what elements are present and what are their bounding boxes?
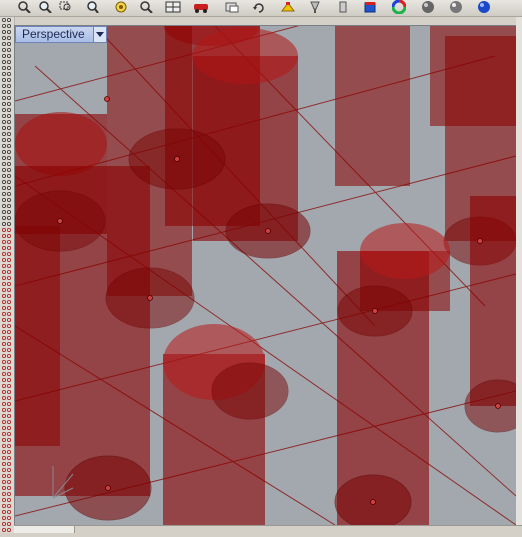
layer-icon[interactable] bbox=[333, 0, 353, 14]
side-command-strip bbox=[0, 17, 15, 533]
rendered-sphere-icon[interactable] bbox=[446, 0, 466, 14]
rotate-view-icon[interactable] bbox=[249, 0, 269, 14]
zoom-target-icon[interactable] bbox=[136, 0, 156, 14]
cylinder[interactable] bbox=[464, 196, 516, 433]
zoom-extents-icon[interactable] bbox=[82, 0, 102, 14]
car-icon[interactable] bbox=[191, 0, 211, 14]
cylinder[interactable] bbox=[163, 324, 265, 525]
ghosted-sphere-icon[interactable] bbox=[474, 0, 494, 14]
lamp-icon[interactable] bbox=[305, 0, 325, 14]
render-icon[interactable] bbox=[360, 0, 380, 14]
viewport-tab[interactable] bbox=[14, 526, 75, 533]
pan-icon[interactable] bbox=[14, 0, 34, 14]
cylinder[interactable] bbox=[334, 223, 450, 525]
four-viewports-icon[interactable] bbox=[163, 0, 183, 14]
viewport-title[interactable]: Perspective bbox=[16, 27, 93, 42]
chevron-down-icon[interactable] bbox=[93, 27, 106, 42]
zoom-icon[interactable] bbox=[35, 0, 55, 14]
perspective-viewport[interactable] bbox=[15, 26, 516, 525]
cylinder-group[interactable] bbox=[15, 26, 516, 525]
viewport-scene[interactable] bbox=[15, 26, 516, 525]
named-view-icon[interactable] bbox=[222, 0, 242, 14]
zoom-window-icon[interactable] bbox=[56, 0, 76, 14]
zoom-selected-icon[interactable] bbox=[111, 0, 131, 14]
color-wheel-icon[interactable] bbox=[389, 0, 409, 14]
main-toolbar bbox=[0, 0, 522, 17]
set-cplane-icon[interactable] bbox=[278, 0, 298, 14]
viewport-title-tab[interactable]: Perspective bbox=[15, 26, 107, 43]
right-panel-edge bbox=[516, 17, 522, 533]
shaded-sphere-icon[interactable] bbox=[418, 0, 438, 14]
cylinder[interactable] bbox=[335, 26, 410, 186]
side-strip-texture bbox=[0, 17, 14, 533]
